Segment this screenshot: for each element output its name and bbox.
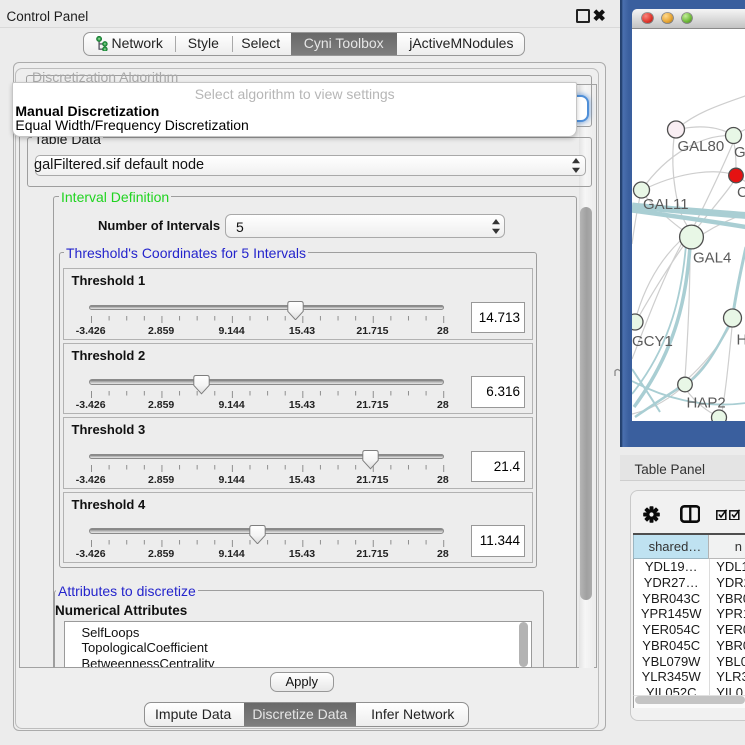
svg-text:GCY1: GCY1 [632, 333, 673, 350]
svg-text:GA: GA [734, 144, 745, 161]
svg-text:GAL80: GAL80 [677, 138, 724, 155]
svg-text:GAL4: GAL4 [693, 249, 731, 266]
svg-text:HAP2: HAP2 [686, 394, 725, 411]
svg-text:GAL11: GAL11 [643, 196, 689, 213]
svg-text:C: C [737, 184, 745, 201]
svg-text:H: H [736, 331, 745, 348]
